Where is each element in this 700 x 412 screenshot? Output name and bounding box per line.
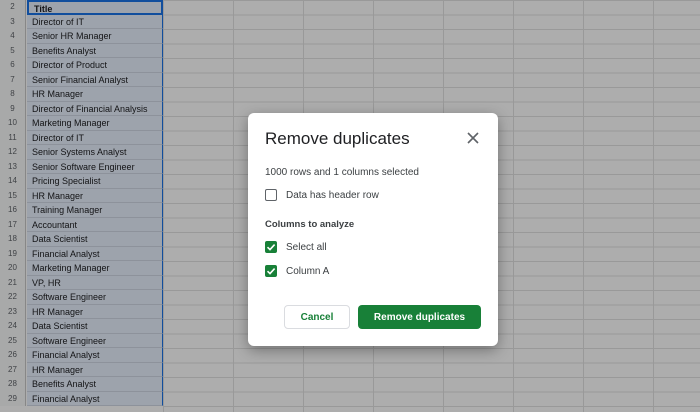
remove-duplicates-button[interactable]: Remove duplicates xyxy=(358,305,481,329)
cancel-button[interactable]: Cancel xyxy=(284,305,350,329)
column-a-option[interactable]: Column A xyxy=(265,265,329,277)
select-all-label: Select all xyxy=(286,241,327,253)
checkmark-icon xyxy=(266,244,276,251)
dialog-title: Remove duplicates xyxy=(265,129,410,148)
column-a-label: Column A xyxy=(286,265,330,277)
remove-duplicates-dialog: Remove duplicates 1000 rows and 1 column… xyxy=(248,113,498,346)
close-icon[interactable] xyxy=(466,131,480,145)
columns-section-title: Columns to analyze xyxy=(265,219,355,230)
select-all-checkbox[interactable] xyxy=(265,241,277,253)
checkmark-icon xyxy=(266,268,276,275)
header-row-option[interactable]: Data has header row xyxy=(265,189,379,201)
column-a-checkbox[interactable] xyxy=(265,265,277,277)
selection-summary: 1000 rows and 1 columns selected xyxy=(265,167,419,178)
select-all-option[interactable]: Select all xyxy=(265,241,327,253)
header-row-checkbox[interactable] xyxy=(265,189,277,201)
header-row-label: Data has header row xyxy=(286,189,379,201)
